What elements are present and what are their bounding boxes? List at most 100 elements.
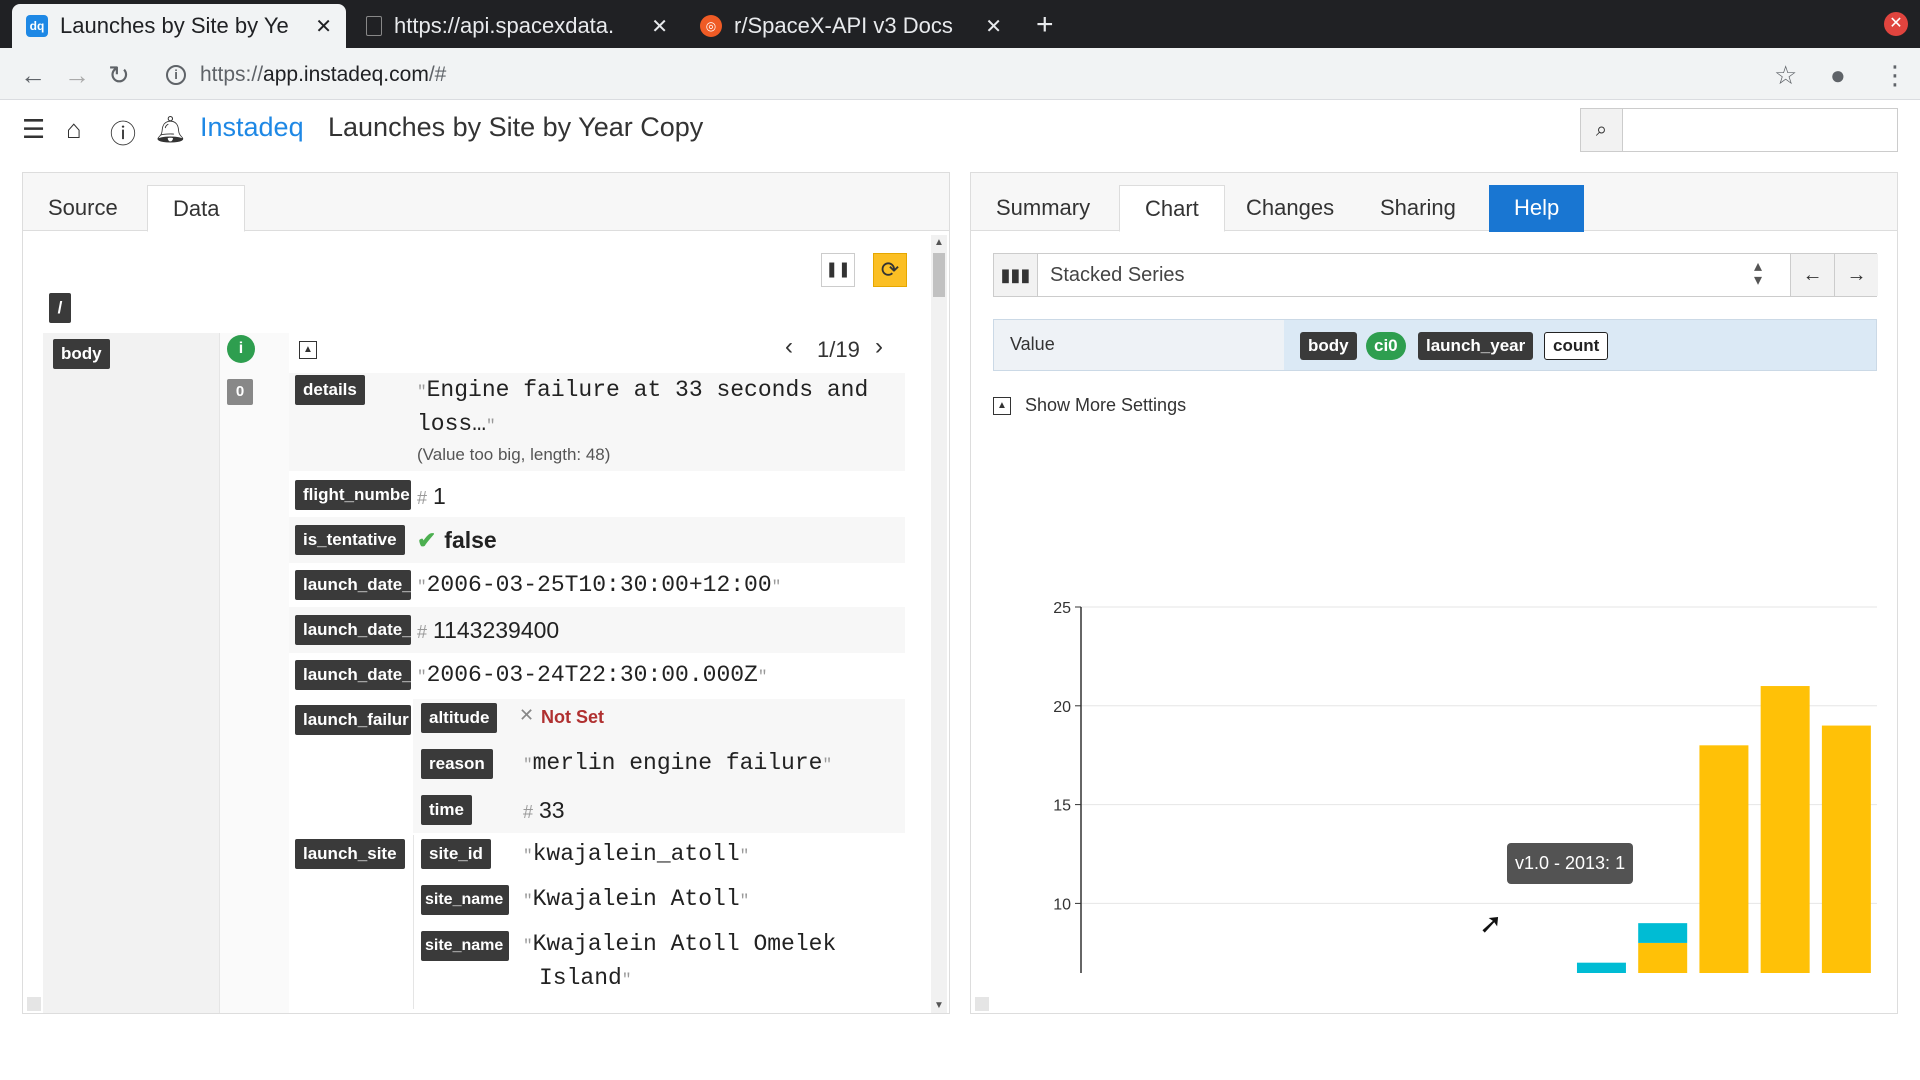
key-is-tentative[interactable]: is_tentative	[295, 525, 405, 555]
value-site-name: "Kwajalein Atoll"	[523, 886, 750, 912]
home-icon[interactable]: ⌂	[66, 114, 82, 145]
tab-changes[interactable]: Changes	[1221, 185, 1359, 232]
tab-data[interactable]: Data	[147, 185, 246, 232]
brand-link[interactable]: Instadeq	[200, 112, 304, 143]
key-launch-site[interactable]: launch_site	[295, 839, 405, 869]
check-icon: ✔	[417, 527, 437, 553]
tab-chart[interactable]: Chart	[1119, 185, 1225, 232]
browser-tab-bar: dq Launches by Site by Ye ✕ https://api.…	[0, 0, 1920, 48]
value-details-line1: "Engine failure at 33 seconds and	[417, 377, 869, 403]
key-site-id[interactable]: site_id	[421, 839, 491, 869]
value-too-big-hint: (Value too big, length: 48)	[417, 445, 611, 464]
url-scheme: https://	[200, 63, 264, 86]
search-input[interactable]	[1625, 109, 1897, 151]
bar-chart-icon: ▮▮▮	[994, 254, 1038, 296]
value-launch-date-utc: "2006-03-24T22:30:00.000Z"	[417, 662, 768, 688]
data-panel: Source Data ❚❚ ⟳ ▲ ▼ / body i 0 ▲ ‹ 1/19…	[22, 172, 950, 1014]
tab-help[interactable]: Help	[1489, 185, 1585, 232]
key-site-name-long[interactable]: site_name	[421, 931, 509, 961]
tab-title: r/SpaceX-API v3 Docs	[734, 13, 953, 38]
key-launch-date-unix[interactable]: launch_date_	[295, 615, 411, 645]
root-path-tag[interactable]: /	[49, 293, 71, 323]
data-scrollbar[interactable]: ▲ ▼	[931, 235, 947, 1013]
tab-sharing[interactable]: Sharing	[1355, 185, 1481, 232]
scroll-up-icon[interactable]: ▲	[934, 237, 944, 248]
chart-type-value: Stacked Series	[1050, 264, 1185, 286]
key-altitude[interactable]: altitude	[421, 703, 498, 733]
expand-toggle-icon: ▲	[993, 396, 1011, 415]
url-field[interactable]: i https://app.instadeq.com/#	[166, 58, 1746, 92]
key-launch-date-utc[interactable]: launch_date_	[295, 660, 411, 690]
tab-summary[interactable]: Summary	[971, 185, 1115, 232]
key-time[interactable]: time	[421, 795, 472, 825]
stacked-bar-chart: 0510152025200620072008200920102012201320…	[1053, 600, 1877, 973]
app-header: ☰ ⌂ ⓘ 🔔︎ Instadeq Launches by Site by Ye…	[0, 100, 1920, 156]
site-info-icon[interactable]: i	[166, 65, 186, 85]
close-tab-icon[interactable]: ✕	[985, 14, 1002, 39]
body-tag[interactable]: body	[53, 339, 110, 369]
bar-segment	[1760, 686, 1810, 973]
search-box: ⌕	[1580, 108, 1898, 152]
mouse-cursor-icon: ➚	[1479, 908, 1503, 939]
info-icon[interactable]: ⓘ	[110, 114, 136, 151]
bar-segment	[1821, 725, 1871, 973]
key-reason[interactable]: reason	[421, 749, 493, 779]
value-details-line2: loss…"	[417, 411, 496, 437]
url-host: app.instadeq.com	[263, 63, 429, 86]
path-pill-launch-year[interactable]: launch_year	[1418, 332, 1534, 360]
browser-tab-docs[interactable]: ◎ r/SpaceX-API v3 Docs ✕	[686, 4, 1016, 48]
value-reason: "merlin engine failure"	[523, 750, 833, 776]
close-tab-icon[interactable]: ✕	[651, 14, 668, 39]
key-flight-number[interactable]: flight_numbe	[295, 480, 411, 510]
prev-chart-icon[interactable]: ←	[1790, 254, 1834, 296]
key-details[interactable]: details	[295, 375, 365, 405]
chart-type-select[interactable]: ▮▮▮ Stacked Series ▴ ▾ ← →	[993, 253, 1878, 297]
forward-arrow-icon[interactable]: →	[64, 60, 90, 91]
tree-key-column	[43, 333, 239, 1013]
path-pill-count[interactable]: count	[1544, 332, 1609, 360]
key-launch-failure[interactable]: launch_failur	[295, 705, 411, 735]
refresh-button[interactable]: ⟳	[873, 253, 907, 287]
pause-button[interactable]: ❚❚	[821, 253, 855, 287]
search-icon[interactable]: ⌕	[1581, 109, 1623, 151]
value-flight-number: #1	[417, 483, 446, 509]
bar-segment	[1638, 942, 1688, 973]
scroll-down-icon[interactable]: ▼	[934, 1000, 944, 1011]
info-badge-icon[interactable]: i	[227, 335, 255, 363]
tab-title: Launches by Site by Ye	[60, 13, 289, 38]
value-site-name-long-line1: "Kwajalein Atoll Omelek	[523, 931, 837, 957]
bar-segment	[1576, 962, 1626, 973]
next-chart-icon[interactable]: →	[1834, 254, 1878, 296]
bookmark-star-icon[interactable]: ☆	[1774, 60, 1797, 91]
key-launch-date-local[interactable]: launch_date_	[295, 570, 411, 600]
reload-icon[interactable]: ↻	[108, 60, 130, 91]
path-pill-ci0[interactable]: ci0	[1366, 332, 1406, 360]
select-caret-icon: ▴ ▾	[1754, 258, 1763, 289]
address-bar-row: ← → ↻ i https://app.instadeq.com/# ☆ ● ⋮	[0, 48, 1920, 100]
chart-tooltip: v1.0 - 2013: 1	[1507, 843, 1634, 884]
prev-page-icon[interactable]: ‹	[785, 333, 793, 361]
window-close-icon[interactable]: ✕	[1884, 12, 1908, 36]
value-launch-date-local: "2006-03-25T10:30:00+12:00"	[417, 572, 782, 598]
browser-menu-icon[interactable]: ⋮	[1882, 60, 1908, 91]
account-icon[interactable]: ●	[1830, 60, 1846, 91]
next-page-icon[interactable]: ›	[875, 333, 883, 361]
back-arrow-icon[interactable]: ←	[20, 60, 46, 91]
resize-handle[interactable]	[975, 997, 989, 1011]
y-tick-label: 20	[1053, 699, 1071, 716]
y-tick-label: 25	[1053, 600, 1071, 617]
browser-tab-instadeq[interactable]: dq Launches by Site by Ye ✕	[12, 4, 346, 48]
key-site-name[interactable]: site_name	[421, 885, 509, 915]
browser-tab-api[interactable]: https://api.spacexdata. ✕	[352, 4, 682, 48]
resize-handle[interactable]	[27, 997, 41, 1011]
collapse-toggle-icon[interactable]: ▲	[299, 341, 317, 359]
value-path-row: Value body ci0 launch_year count	[993, 319, 1877, 371]
scrollbar-thumb[interactable]	[933, 253, 945, 297]
new-tab-button[interactable]: +	[1036, 8, 1054, 42]
close-tab-icon[interactable]: ✕	[315, 14, 332, 39]
bell-icon[interactable]: 🔔︎	[154, 114, 187, 145]
index-tag[interactable]: 0	[227, 379, 253, 405]
menu-icon[interactable]: ☰	[22, 114, 45, 145]
tab-source[interactable]: Source	[23, 185, 143, 232]
path-pill-body[interactable]: body	[1300, 332, 1357, 360]
